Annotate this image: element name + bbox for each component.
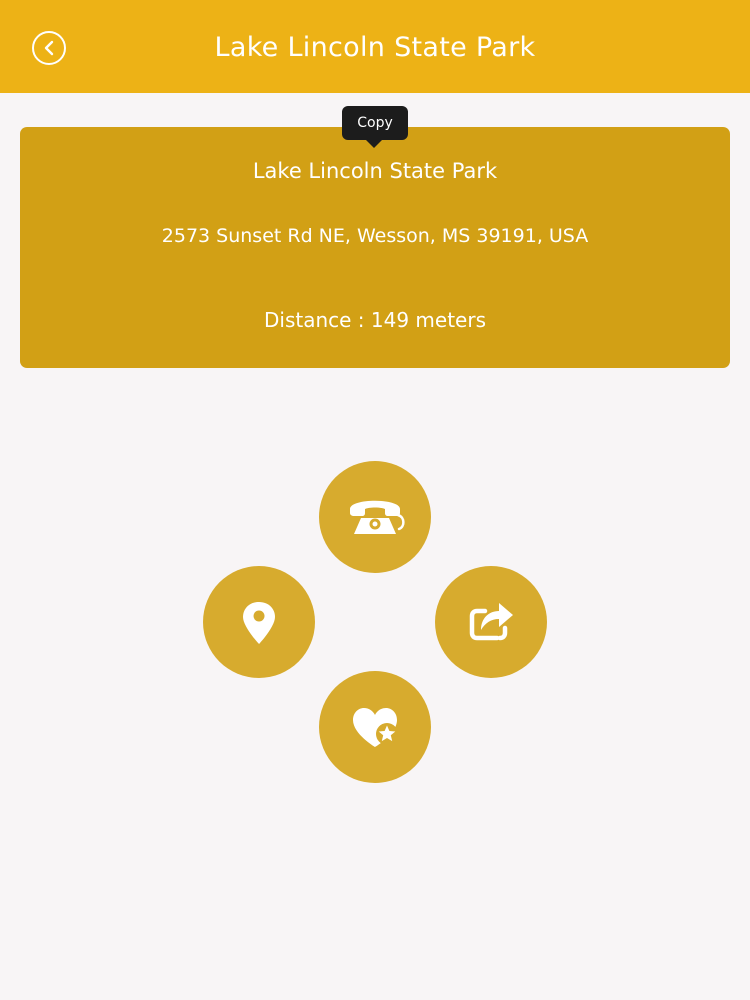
tooltip-arrow — [365, 139, 383, 148]
share-icon — [469, 603, 513, 641]
place-address: 2573 Sunset Rd NE, Wesson, MS 39191, USA — [161, 225, 589, 247]
call-button[interactable] — [319, 461, 431, 573]
telephone-icon — [350, 500, 405, 534]
place-name: Lake Lincoln State Park — [252, 159, 498, 183]
place-distance: Distance : 149 meters — [263, 308, 486, 332]
favorite-button[interactable] — [319, 671, 431, 783]
page-title: Lake Lincoln State Park — [214, 32, 536, 63]
app-header: Lake Lincoln State Park — [0, 0, 750, 93]
place-info-card[interactable]: Lake Lincoln State Park 2573 Sunset Rd N… — [20, 127, 730, 368]
copy-tooltip[interactable]: Copy — [342, 106, 408, 140]
directions-button[interactable] — [203, 566, 315, 678]
heart-star-icon — [353, 708, 398, 747]
share-button[interactable] — [435, 566, 547, 678]
map-pin-icon — [243, 602, 275, 644]
